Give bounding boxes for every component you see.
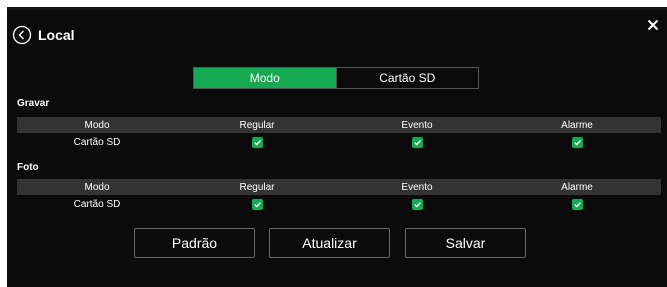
column-header-alarme: Alarme bbox=[561, 181, 593, 193]
local-dialog: Local Modo Cartão SD Gravar Modo Regular… bbox=[7, 7, 667, 287]
table-header: Modo Regular Evento Alarme bbox=[17, 179, 661, 195]
column-header-evento: Evento bbox=[401, 119, 433, 131]
check-icon bbox=[413, 201, 421, 208]
column-header-alarme: Alarme bbox=[561, 119, 593, 131]
row-mode-label: Cartão SD bbox=[73, 198, 121, 210]
row-mode-label: Cartão SD bbox=[73, 136, 121, 148]
check-icon bbox=[253, 201, 261, 208]
foto-evento-checkbox[interactable] bbox=[411, 198, 423, 210]
table-row: Cartão SD bbox=[17, 133, 661, 151]
check-icon bbox=[573, 139, 581, 146]
table-row: Cartão SD bbox=[17, 195, 661, 213]
column-header-regular: Regular bbox=[239, 119, 275, 131]
page-title: Local bbox=[38, 27, 75, 43]
dialog-header: Local bbox=[12, 24, 75, 46]
gravar-regular-checkbox[interactable] bbox=[251, 136, 263, 148]
gravar-alarme-checkbox[interactable] bbox=[571, 136, 583, 148]
foto-regular-checkbox[interactable] bbox=[251, 198, 263, 210]
top-strip bbox=[7, 7, 667, 10]
check-icon bbox=[413, 139, 421, 146]
tab-bar: Modo Cartão SD bbox=[193, 67, 479, 89]
check-icon bbox=[573, 201, 581, 208]
close-icon[interactable] bbox=[647, 19, 659, 31]
section-label-foto: Foto bbox=[17, 162, 39, 173]
back-circle-icon[interactable] bbox=[12, 25, 32, 45]
foto-table: Modo Regular Evento Alarme Cartão SD bbox=[17, 179, 661, 213]
gravar-evento-checkbox[interactable] bbox=[411, 136, 423, 148]
check-icon bbox=[253, 139, 261, 146]
tab-cartao-sd[interactable]: Cartão SD bbox=[335, 68, 478, 88]
column-header-regular: Regular bbox=[239, 181, 275, 193]
refresh-button[interactable]: Atualizar bbox=[269, 228, 390, 258]
save-button[interactable]: Salvar bbox=[405, 228, 526, 258]
tab-modo[interactable]: Modo bbox=[194, 68, 336, 88]
default-button[interactable]: Padrão bbox=[134, 228, 255, 258]
column-header-modo: Modo bbox=[84, 119, 110, 131]
gravar-table: Modo Regular Evento Alarme Cartão SD bbox=[17, 117, 661, 151]
table-header: Modo Regular Evento Alarme bbox=[17, 117, 661, 133]
section-label-gravar: Gravar bbox=[17, 98, 50, 109]
foto-alarme-checkbox[interactable] bbox=[571, 198, 583, 210]
column-header-modo: Modo bbox=[84, 181, 110, 193]
column-header-evento: Evento bbox=[401, 181, 433, 193]
